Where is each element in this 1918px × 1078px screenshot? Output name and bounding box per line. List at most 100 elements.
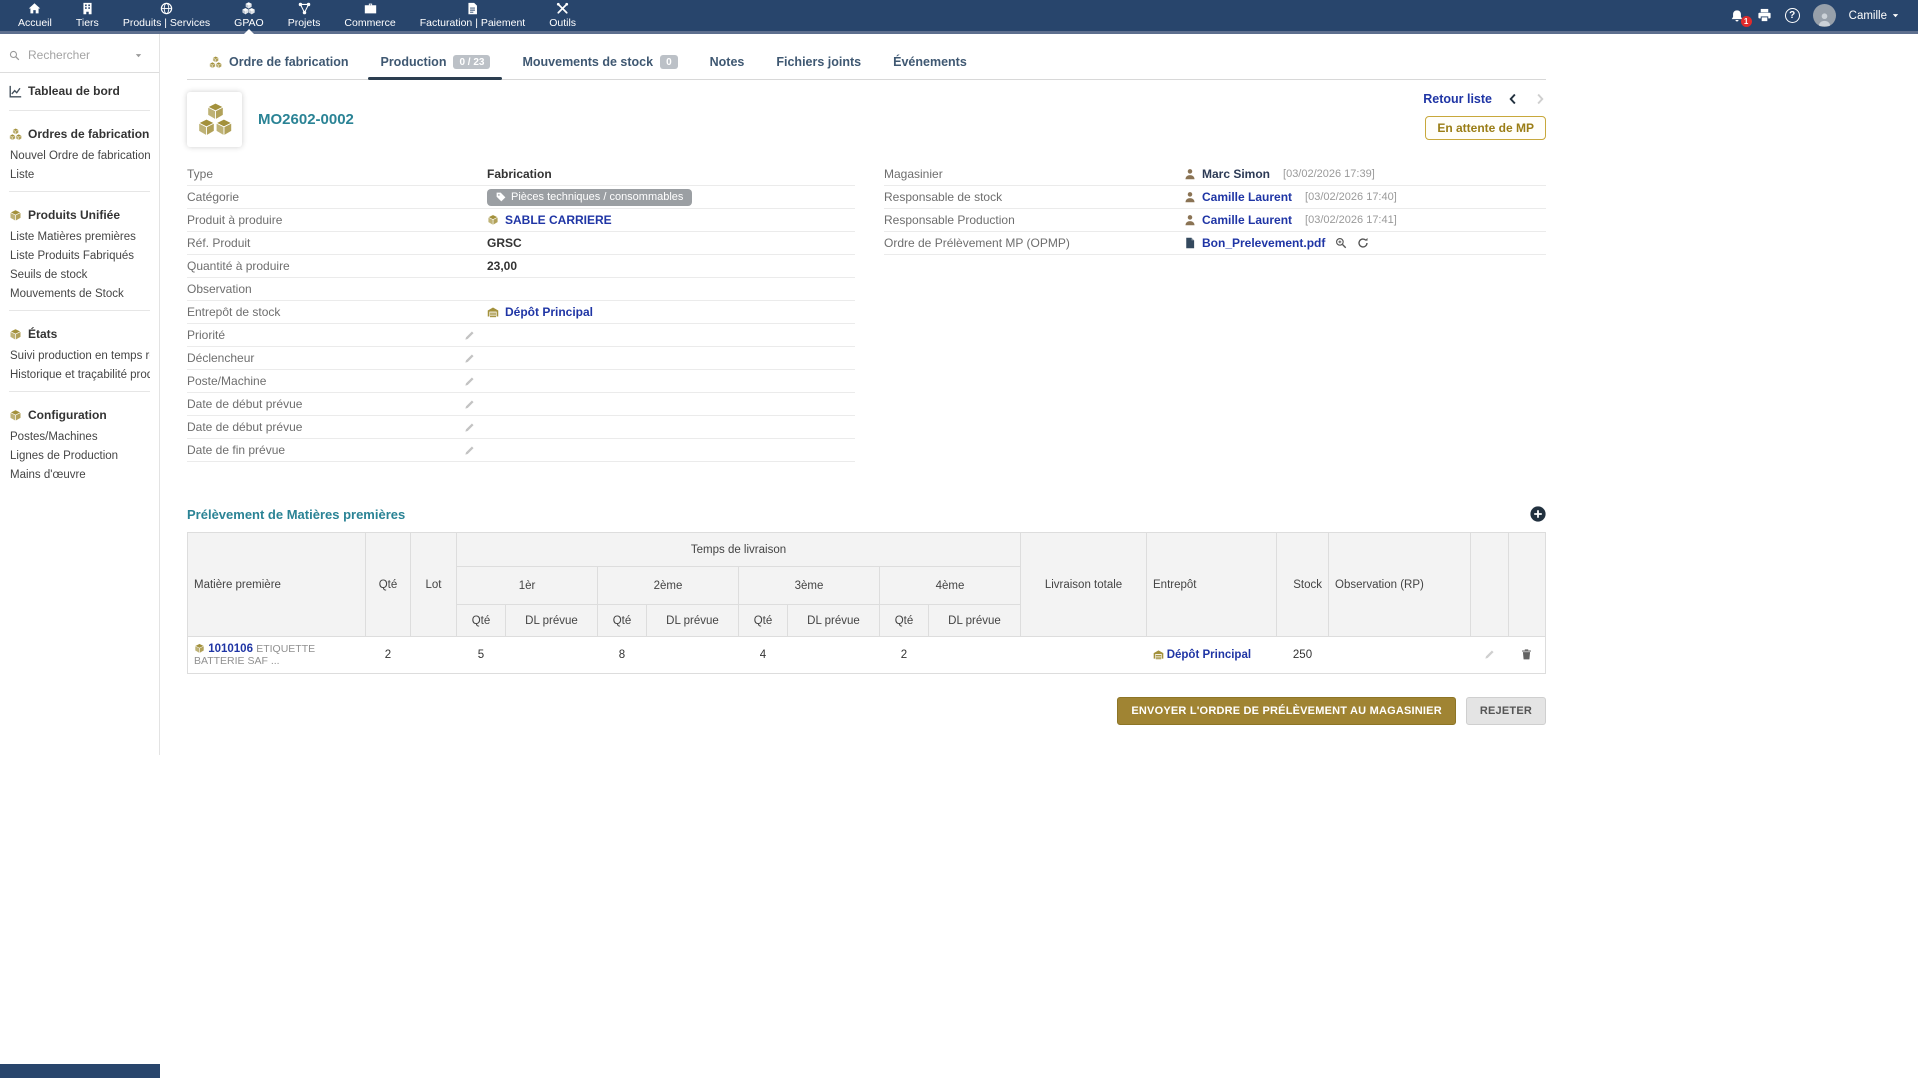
sidebar-item-liste-of[interactable]: Liste (9, 165, 150, 184)
edit-pencil-icon[interactable] (464, 353, 475, 364)
help-icon[interactable]: ? (1785, 8, 1800, 23)
tab-evenements[interactable]: Événements (879, 47, 981, 79)
warehouse-icon (1153, 649, 1164, 660)
action-bar: ENVOYER L'ORDRE DE PRÉLÈVEMENT AU MAGASI… (187, 697, 1546, 725)
reject-button[interactable]: REJETER (1466, 697, 1546, 725)
material-entrepot-link[interactable]: Dépôt Principal (1167, 649, 1251, 661)
material-lot (411, 637, 457, 674)
nav-facturation[interactable]: Facturation | Paiement (408, 0, 537, 31)
field-row-ref-produit: Réf. Produit GRSC (187, 232, 855, 255)
responsable-production-name[interactable]: Camille Laurent (1202, 213, 1292, 227)
material-qte: 2 (366, 637, 411, 674)
edit-pencil-icon[interactable] (464, 330, 475, 341)
box-icon (194, 643, 205, 654)
magnifier-plus-icon[interactable] (1335, 237, 1347, 249)
col-header-lot: Lot (411, 533, 457, 637)
print-icon[interactable] (1757, 8, 1772, 23)
nav-projets[interactable]: Projets (276, 0, 333, 31)
home-icon (28, 2, 41, 15)
sidebar-item-tableau-de-bord[interactable]: Tableau de bord (9, 80, 150, 103)
sidebar-item-mouvements-stock[interactable]: Mouvements de Stock (9, 284, 150, 303)
person-silhouette-icon (1817, 12, 1832, 27)
nav-accueil[interactable]: Accueil (6, 0, 64, 31)
nav-gpao[interactable]: GPAO (222, 0, 276, 31)
trash-icon[interactable] (1521, 649, 1532, 660)
box-icon (9, 328, 22, 341)
nav-produits-label: Produits | Services (123, 17, 210, 29)
field-row-categorie: Catégorie Pièces techniques / consommabl… (187, 186, 855, 209)
sidebar-item-postes-machines[interactable]: Postes/Machines (9, 427, 150, 446)
material-cell: 1010106 ETIQUETTE BATTERIE SAF ... (188, 637, 366, 674)
product-link[interactable]: SABLE CARRIERE (505, 213, 612, 227)
add-material-button[interactable] (1530, 506, 1546, 522)
nav-produits-services[interactable]: Produits | Services (111, 0, 222, 31)
tab-fichiers-joints[interactable]: Fichiers joints (762, 47, 875, 79)
sidebar-item-liste-produits-fabriques[interactable]: Liste Produits Fabriqués (9, 246, 150, 265)
material-ref-link[interactable]: 1010106 (208, 643, 253, 655)
nav-commerce[interactable]: Commerce (332, 0, 407, 31)
delivery1-qte: 5 (457, 637, 506, 674)
top-navbar: Accueil Tiers Produits | Services GPAO P… (0, 0, 1918, 34)
user-menu[interactable]: Camille (1849, 10, 1900, 22)
tab-production[interactable]: Production 0 / 23 (366, 47, 504, 79)
send-picking-order-button[interactable]: ENVOYER L'ORDRE DE PRÉLÈVEMENT AU MAGASI… (1117, 697, 1455, 725)
nav-outils[interactable]: Outils (537, 0, 588, 31)
sidebar-item-historique-tracabilite[interactable]: Historique et traçabilité production (9, 365, 150, 384)
field-row-date-fin-prevue: Date de fin prévue (187, 439, 855, 462)
delivery4-qte: 2 (880, 637, 929, 674)
sidebar-item-suivi-production[interactable]: Suivi production en temps réel (9, 346, 150, 365)
delivery2-dl (647, 637, 739, 674)
sidebar-section-ordres-fabrication[interactable]: Ordres de fabrication (9, 123, 150, 146)
field-row-opmp: Ordre de Prélèvement MP (OPMP) Bon_Prele… (884, 232, 1546, 255)
tab-mouvements-de-stock[interactable]: Mouvements de stock 0 (508, 47, 691, 79)
sidebar-section-configuration[interactable]: Configuration (9, 404, 150, 427)
sidebar-section-produits-unifiee[interactable]: Produits Unifiée (9, 204, 150, 227)
sidebar-item-nouvel-ordre[interactable]: Nouvel Ordre de fabrication (9, 146, 150, 165)
opmp-pdf-link[interactable]: Bon_Prelevement.pdf (1202, 236, 1325, 250)
sidebar-item-seuils-stock[interactable]: Seuils de stock (9, 265, 150, 284)
tab-notes[interactable]: Notes (696, 47, 759, 79)
tab-ordre-de-fabrication[interactable]: Ordre de fabrication (195, 47, 362, 79)
edit-pencil-icon[interactable] (1484, 649, 1495, 660)
chevron-left-icon[interactable] (1507, 93, 1519, 105)
category-badge: Pièces techniques / consommables (487, 189, 692, 206)
page-title: MO2602-0002 (258, 111, 354, 128)
material-row: 1010106 ETIQUETTE BATTERIE SAF ... 2 5 8… (188, 637, 1546, 674)
delivery1-dl (506, 637, 598, 674)
col-header-actions-2 (1509, 533, 1546, 637)
delivery4-dl (929, 637, 1021, 674)
material-delete-cell (1509, 637, 1546, 674)
sidebar-search (0, 42, 159, 73)
sidebar-section-etats[interactable]: États (9, 323, 150, 346)
subcol-qte: Qté (739, 605, 788, 637)
subcol-qte: Qté (880, 605, 929, 637)
delivery2-qte: 8 (598, 637, 647, 674)
col-header-stock: Stock (1277, 533, 1329, 637)
nav-tiers[interactable]: Tiers (64, 0, 111, 31)
edit-pencil-icon[interactable] (464, 399, 475, 410)
back-to-list-link[interactable]: Retour liste (1423, 92, 1492, 106)
avatar[interactable] (1813, 4, 1836, 27)
invoice-icon (466, 2, 479, 15)
responsable-stock-name[interactable]: Camille Laurent (1202, 190, 1292, 204)
cubes-icon (9, 128, 22, 141)
field-row-entrepot: Entrepôt de stock Dépôt Principal (187, 301, 855, 324)
refresh-icon[interactable] (1357, 237, 1369, 249)
edit-pencil-icon[interactable] (464, 445, 475, 456)
object-header: MO2602-0002 Retour liste En attente de M… (187, 92, 1546, 147)
sidebar-item-liste-matieres[interactable]: Liste Matières premières (9, 227, 150, 246)
sidebar-item-lignes-production[interactable]: Lignes de Production (9, 446, 150, 465)
material-observation (1329, 637, 1471, 674)
search-caret-icon[interactable] (134, 51, 143, 60)
notifications-button[interactable]: 1 (1730, 8, 1744, 23)
magasinier-name[interactable]: Marc Simon (1202, 167, 1270, 181)
sidebar-item-mains-oeuvre[interactable]: Mains d'œuvre (9, 465, 150, 484)
edit-pencil-icon[interactable] (464, 422, 475, 433)
search-input[interactable] (26, 47, 128, 63)
tag-icon (496, 192, 506, 202)
tab-bar: Ordre de fabrication Production 0 / 23 M… (187, 47, 1546, 80)
edit-pencil-icon[interactable] (464, 376, 475, 387)
box-icon (9, 209, 22, 222)
sidebar-divider (9, 310, 150, 311)
warehouse-link[interactable]: Dépôt Principal (505, 305, 593, 319)
